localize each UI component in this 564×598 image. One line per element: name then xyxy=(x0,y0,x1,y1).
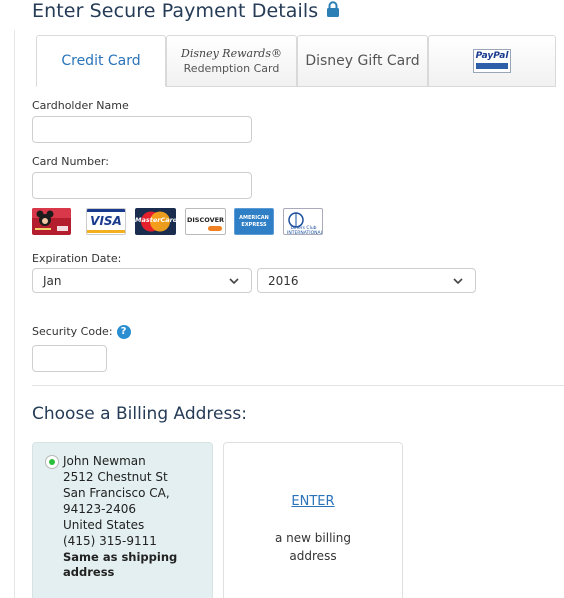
mastercard-text: MasterCard xyxy=(135,216,176,224)
security-code-label-row: Security Code:? xyxy=(32,325,131,339)
address-phone: (415) 315-9111 xyxy=(63,534,157,548)
address-name: John Newman xyxy=(63,454,146,468)
enter-new-address-link[interactable]: ENTER xyxy=(224,494,402,509)
tab-disney-gift-card-label: Disney Gift Card xyxy=(305,53,420,69)
mastercard-icon: MasterCard xyxy=(135,208,176,235)
address-city-state: San Francisco CA, xyxy=(63,486,170,500)
cardholder-name-label: Cardholder Name xyxy=(32,99,129,112)
expiration-month-value: Jan xyxy=(43,273,62,288)
lock-icon xyxy=(327,1,340,17)
diners-club-icon: Diners Club INTERNATIONAL xyxy=(283,208,323,235)
new-address-card[interactable]: ENTER a new billing address xyxy=(223,442,403,598)
security-code-label: Security Code: xyxy=(32,325,113,338)
page-title: Enter Secure Payment Details xyxy=(32,0,340,22)
visa-text: VISA xyxy=(90,214,122,228)
page-title-text: Enter Secure Payment Details xyxy=(32,0,319,22)
new-address-line-1: a new billing xyxy=(275,531,351,545)
address-zip: 94123-2406 xyxy=(63,502,137,516)
cardholder-name-input[interactable] xyxy=(32,116,252,143)
american-express-icon: AMERICAN EXPRESS xyxy=(234,208,274,235)
billing-section-title: Choose a Billing Address: xyxy=(32,404,247,424)
address-street: 2512 Chestnut St xyxy=(63,470,168,484)
card-number-input[interactable] xyxy=(32,172,252,199)
saved-address-card[interactable]: John Newman 2512 Chestnut St San Francis… xyxy=(32,442,213,598)
payment-method-tabs: Credit Card Disney Rewards® Redemption C… xyxy=(36,35,556,87)
chevron-down-icon xyxy=(453,278,463,285)
discover-card-icon: DISCOVER xyxy=(185,208,226,235)
tab-disney-rewards-label-1: Disney Rewards® xyxy=(181,47,282,60)
chevron-down-icon xyxy=(229,278,239,285)
diners-club-text: Diners Club INTERNATIONAL xyxy=(287,226,323,235)
card-number-label: Card Number: xyxy=(32,155,109,168)
address-note-2: address xyxy=(63,565,115,579)
expiration-month-select[interactable]: Jan xyxy=(32,268,252,293)
paypal-logo-icon: PayPal xyxy=(473,49,511,73)
paypal-logo-text: PayPal xyxy=(474,50,510,63)
new-address-text: a new billing address xyxy=(224,529,402,565)
tab-disney-rewards-label-2: Redemption Card xyxy=(183,62,280,75)
tab-credit-card[interactable]: Credit Card xyxy=(36,35,166,87)
discover-text: DISCOVER xyxy=(186,216,225,224)
address-country: United States xyxy=(63,518,145,532)
expiration-date-label: Expiration Date: xyxy=(32,252,122,265)
saved-address-text: John Newman 2512 Chestnut St San Francis… xyxy=(63,453,177,580)
tab-disney-rewards[interactable]: Disney Rewards® Redemption Card xyxy=(166,35,297,87)
address-note-1: Same as shipping xyxy=(63,550,178,564)
security-code-input[interactable] xyxy=(32,345,107,372)
disney-visa-card-icon xyxy=(32,208,71,235)
new-address-line-2: address xyxy=(289,549,337,563)
expiration-year-select[interactable]: 2016 xyxy=(257,268,476,293)
tab-disney-gift-card[interactable]: Disney Gift Card xyxy=(297,35,428,87)
expiration-year-value: 2016 xyxy=(268,273,299,288)
amex-text: AMERICAN EXPRESS xyxy=(239,215,269,228)
help-icon[interactable]: ? xyxy=(116,325,131,339)
visa-card-icon: VISA xyxy=(86,208,126,235)
address-radio-selected[interactable] xyxy=(45,455,59,469)
section-divider xyxy=(32,385,564,386)
content-border xyxy=(14,30,15,598)
tab-credit-card-label: Credit Card xyxy=(61,53,141,69)
tab-paypal[interactable]: PayPal xyxy=(428,35,556,87)
